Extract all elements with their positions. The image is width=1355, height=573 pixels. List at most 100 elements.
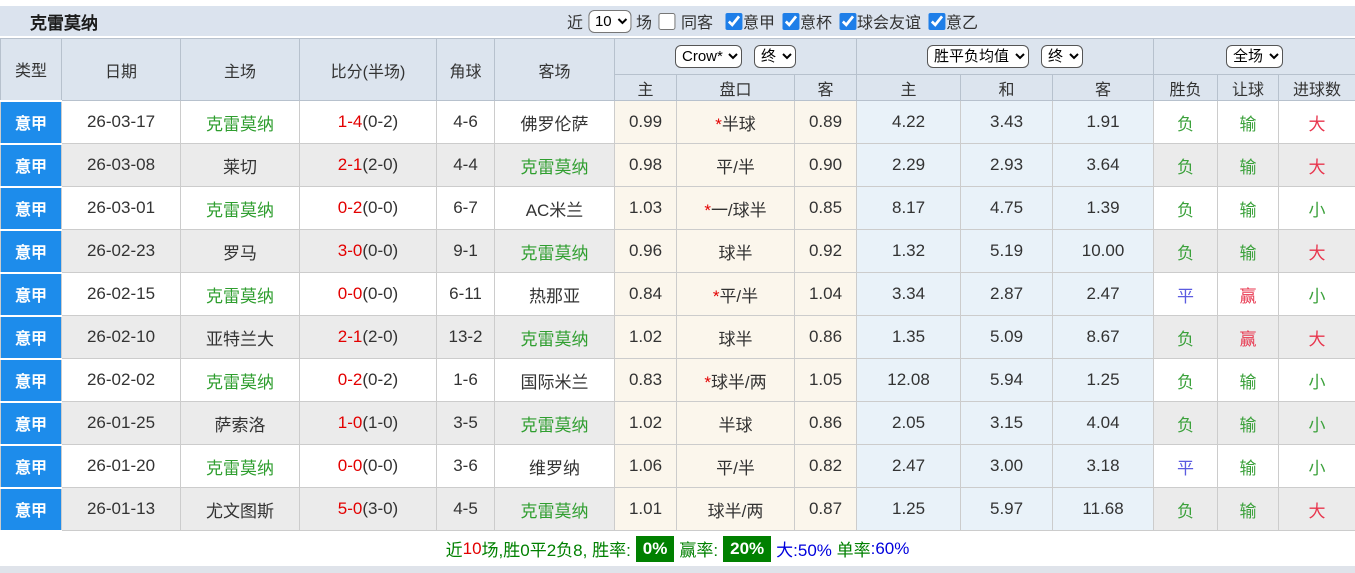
- subcol-mean-win: 主: [857, 75, 961, 101]
- goals-result-cell: 小: [1279, 273, 1355, 316]
- corner-cell: 13-2: [437, 316, 495, 359]
- mean-draw-cell: 3.00: [961, 445, 1053, 488]
- goals-result-cell: 小: [1279, 359, 1355, 402]
- odds-home-cell: 0.98: [615, 144, 677, 187]
- mean-lose-cell: 8.67: [1053, 316, 1154, 359]
- goals-result-cell: 大: [1279, 488, 1355, 531]
- match-history-panel: 克雷莫纳 近 10 场 同客 意甲意杯球会友谊意乙 类型 日期 主场 比分(半场…: [0, 6, 1355, 573]
- result-cell: 负: [1154, 187, 1218, 230]
- away-team-cell: 克雷莫纳: [495, 316, 615, 359]
- mean-draw-cell: 5.94: [961, 359, 1053, 402]
- date-cell: 26-02-23: [62, 230, 181, 273]
- odds-stage-select[interactable]: 终: [754, 45, 796, 68]
- odds-source-select[interactable]: Crow*: [675, 45, 742, 68]
- league-filter-label: 球会友谊: [857, 9, 921, 33]
- result-cell: 负: [1154, 359, 1218, 402]
- handicap-cell: *球半/两: [677, 359, 795, 402]
- odds-away-cell: 0.85: [795, 187, 857, 230]
- score-cell: 0-2(0-2): [300, 359, 437, 402]
- same-venue-label: 同客: [681, 9, 713, 33]
- odds-away-cell: 0.86: [795, 402, 857, 445]
- mean-draw-cell: 5.97: [961, 488, 1053, 531]
- handicap-cell: 球半: [677, 230, 795, 273]
- summary-segment: 20%: [723, 536, 771, 562]
- summary-segment: 0%: [636, 536, 675, 562]
- mean-type-select[interactable]: 胜平负均值: [927, 45, 1029, 68]
- result-group-header: 全场: [1154, 39, 1355, 75]
- subcol-handicap-result: 让球: [1218, 75, 1279, 101]
- corner-cell: 3-6: [437, 445, 495, 488]
- mean-win-cell: 3.34: [857, 273, 961, 316]
- mean-lose-cell: 3.18: [1053, 445, 1154, 488]
- scope-select[interactable]: 全场: [1226, 45, 1283, 68]
- score-cell: 2-1(2-0): [300, 144, 437, 187]
- handicap-cell: *平/半: [677, 273, 795, 316]
- league-cell: 意甲: [1, 273, 62, 316]
- col-header-home: 主场: [181, 39, 300, 101]
- recent-count-select[interactable]: 10: [588, 10, 631, 33]
- league-filter: 意甲: [724, 9, 775, 33]
- league-filter-checkbox[interactable]: [782, 13, 799, 30]
- home-team-cell: 尤文图斯: [181, 488, 300, 531]
- handicap-result-cell: 赢: [1218, 273, 1279, 316]
- mean-win-cell: 1.35: [857, 316, 961, 359]
- mean-draw-cell: 2.87: [961, 273, 1053, 316]
- mean-lose-cell: 11.68: [1053, 488, 1154, 531]
- mean-win-cell: 4.22: [857, 101, 961, 144]
- summary-segment: 10: [463, 539, 482, 559]
- same-venue-checkbox[interactable]: [658, 13, 675, 30]
- mean-win-cell: 1.32: [857, 230, 961, 273]
- match-row: 意甲26-02-23罗马3-0(0-0)9-1克雷莫纳0.96球半0.921.3…: [1, 230, 1355, 273]
- away-team-cell: AC米兰: [495, 187, 615, 230]
- date-cell: 26-01-13: [62, 488, 181, 531]
- odds-away-cell: 0.92: [795, 230, 857, 273]
- mean-win-cell: 2.29: [857, 144, 961, 187]
- goals-result-cell: 小: [1279, 445, 1355, 488]
- goals-result-cell: 大: [1279, 144, 1355, 187]
- page-title: 克雷莫纳: [30, 9, 98, 34]
- subcol-mean-lose: 客: [1053, 75, 1154, 101]
- col-header-away: 客场: [495, 39, 615, 101]
- match-row: 意甲26-01-13尤文图斯5-0(3-0)4-5克雷莫纳1.01球半/两0.8…: [1, 488, 1355, 531]
- league-filter-checkbox[interactable]: [839, 13, 856, 30]
- mean-stage-select[interactable]: 终: [1041, 45, 1083, 68]
- match-table-body: 意甲26-03-17克雷莫纳1-4(0-2)4-6佛罗伦萨0.99*半球0.89…: [1, 101, 1355, 531]
- subcol-mean-draw: 和: [961, 75, 1053, 101]
- score-cell: 1-0(1-0): [300, 402, 437, 445]
- league-filter-checkbox[interactable]: [725, 13, 742, 30]
- handicap-cell: 半球: [677, 402, 795, 445]
- mean-draw-cell: 5.19: [961, 230, 1053, 273]
- score-cell: 2-1(2-0): [300, 316, 437, 359]
- date-cell: 26-02-02: [62, 359, 181, 402]
- corner-cell: 4-5: [437, 488, 495, 531]
- col-header-date: 日期: [62, 39, 181, 101]
- league-cell: 意甲: [1, 402, 62, 445]
- league-filter: 球会友谊: [838, 9, 921, 33]
- date-cell: 26-02-15: [62, 273, 181, 316]
- mean-draw-cell: 2.93: [961, 144, 1053, 187]
- home-team-cell: 莱切: [181, 144, 300, 187]
- matches-label: 场: [636, 9, 652, 33]
- recent-label: 近: [567, 9, 583, 33]
- odds-group-header: Crow* 终: [615, 39, 857, 75]
- summary-segment: 大:50%: [776, 536, 832, 561]
- league-filter-checkbox[interactable]: [928, 13, 945, 30]
- mean-lose-cell: 1.39: [1053, 187, 1154, 230]
- score-cell: 0-0(0-0): [300, 273, 437, 316]
- score-cell: 3-0(0-0): [300, 230, 437, 273]
- mean-win-cell: 12.08: [857, 359, 961, 402]
- match-row: 意甲26-01-20克雷莫纳0-0(0-0)3-6维罗纳1.06平/半0.822…: [1, 445, 1355, 488]
- subcol-result: 胜负: [1154, 75, 1218, 101]
- date-cell: 26-02-10: [62, 316, 181, 359]
- score-cell: 1-4(0-2): [300, 101, 437, 144]
- odds-home-cell: 1.02: [615, 316, 677, 359]
- summary-segment: :60%: [871, 539, 910, 559]
- summary-segment: 近: [446, 536, 463, 561]
- filter-controls: 近 10 场 同客 意甲意杯球会友谊意乙: [567, 9, 978, 33]
- mean-draw-cell: 3.43: [961, 101, 1053, 144]
- date-cell: 26-03-17: [62, 101, 181, 144]
- mean-draw-cell: 5.09: [961, 316, 1053, 359]
- league-cell: 意甲: [1, 445, 62, 488]
- goals-result-cell: 大: [1279, 230, 1355, 273]
- league-filter-label: 意杯: [800, 9, 832, 33]
